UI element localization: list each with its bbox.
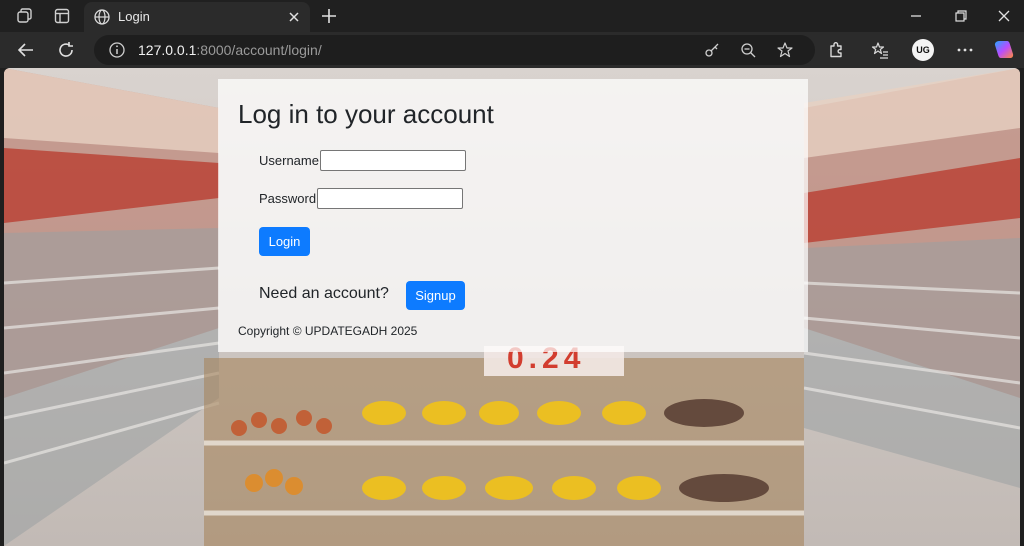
- address-bar[interactable]: 127.0.0.1:8000/account/login/: [94, 35, 815, 65]
- favorites-icon[interactable]: [870, 40, 890, 60]
- username-input[interactable]: [320, 150, 466, 171]
- profile-avatar[interactable]: UG: [912, 39, 934, 61]
- globe-icon: [94, 9, 110, 25]
- need-account-text: Need an account?: [259, 285, 389, 302]
- copilot-icon[interactable]: [992, 38, 1016, 62]
- info-icon[interactable]: [108, 41, 126, 59]
- plus-icon[interactable]: [320, 7, 338, 25]
- more-icon[interactable]: [955, 40, 975, 60]
- puzzle-icon[interactable]: [826, 40, 846, 60]
- login-button[interactable]: Login: [259, 227, 310, 256]
- tab-title: Login: [118, 9, 150, 24]
- workspaces-icon[interactable]: [14, 6, 34, 26]
- zoom-out-icon[interactable]: [739, 41, 757, 59]
- copyright-text: Copyright © UPDATEGADH 2025: [238, 324, 418, 338]
- page-title: Log in to your account: [238, 99, 494, 129]
- star-icon[interactable]: [776, 41, 794, 59]
- close-icon[interactable]: [286, 9, 302, 25]
- key-icon[interactable]: [703, 41, 721, 59]
- username-label: Username:: [259, 153, 323, 168]
- close-window-icon[interactable]: [995, 7, 1013, 25]
- password-label: Password:: [259, 191, 320, 206]
- back-arrow-icon[interactable]: [16, 40, 36, 60]
- login-card: Log in to your account Username: Passwor…: [218, 79, 808, 352]
- tab-bar: Login: [0, 0, 1024, 32]
- signup-button[interactable]: Signup: [406, 281, 465, 310]
- browser-toolbar: 127.0.0.1:8000/account/login/ UG: [0, 32, 1024, 68]
- url-text: 127.0.0.1:8000/account/login/: [138, 42, 322, 58]
- tab-login[interactable]: Login: [84, 2, 310, 32]
- refresh-icon[interactable]: [56, 40, 76, 60]
- restore-icon[interactable]: [952, 7, 970, 25]
- page-viewport: 0.24 Log in to your account Username: Pa…: [4, 68, 1020, 546]
- password-input[interactable]: [317, 188, 463, 209]
- tab-actions-icon[interactable]: [52, 6, 72, 26]
- minimize-icon[interactable]: [907, 7, 925, 25]
